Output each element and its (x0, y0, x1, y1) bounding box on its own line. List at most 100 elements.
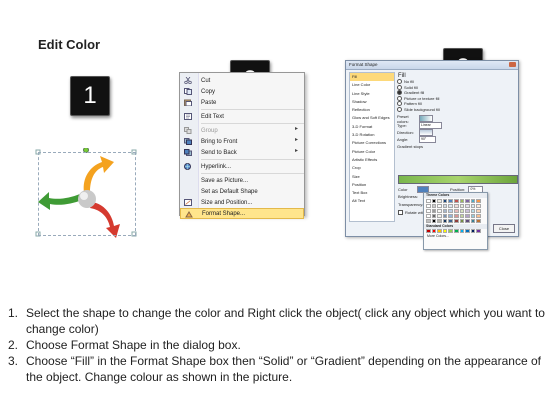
color-swatch[interactable] (448, 229, 453, 233)
step-badge-1: 1 (70, 76, 110, 116)
color-swatch[interactable] (476, 219, 481, 223)
category-position[interactable]: Position (350, 181, 394, 189)
color-swatch[interactable] (459, 229, 465, 233)
color-swatch[interactable] (470, 204, 476, 208)
menu-item-copy[interactable]: Copy (180, 86, 304, 97)
color-swatch[interactable] (459, 209, 465, 213)
gradient-stops-bar[interactable] (398, 175, 518, 184)
color-swatch[interactable] (442, 229, 448, 233)
color-swatch[interactable] (431, 199, 437, 203)
category-3d-format[interactable]: 3-D Format (350, 123, 394, 131)
category-fill[interactable]: Fill (350, 73, 394, 82)
color-swatch[interactable] (459, 204, 465, 208)
menu-item-cut[interactable]: Cut (180, 75, 304, 86)
color-swatch[interactable] (470, 214, 476, 218)
color-swatch[interactable] (453, 219, 459, 223)
color-swatch[interactable] (448, 214, 453, 218)
color-swatch[interactable] (431, 214, 437, 218)
color-swatch[interactable] (437, 209, 442, 213)
category-line-color[interactable]: Line Color (350, 81, 394, 89)
color-swatch[interactable] (431, 204, 437, 208)
color-swatch[interactable] (476, 209, 481, 213)
category-picture-corrections[interactable]: Picture Corrections (350, 139, 394, 147)
color-swatch[interactable] (431, 209, 437, 213)
color-swatch[interactable] (470, 219, 476, 223)
field-label: Gradient stops (397, 144, 424, 149)
category-alt-text[interactable]: Alt Text (350, 197, 394, 205)
color-swatch[interactable] (442, 199, 448, 203)
category-glow[interactable]: Glow and Soft Edges (350, 114, 394, 122)
menu-item-save-as-picture[interactable]: Save as Picture... (180, 175, 304, 186)
color-swatch[interactable] (448, 204, 453, 208)
color-swatch[interactable] (476, 229, 481, 233)
color-swatch[interactable] (470, 229, 476, 233)
color-swatch[interactable] (448, 219, 453, 223)
category-shadow[interactable]: Shadow (350, 98, 394, 106)
color-swatch[interactable] (426, 219, 431, 223)
close-icon[interactable] (509, 62, 516, 67)
color-swatch[interactable] (465, 199, 470, 203)
color-swatch[interactable] (448, 209, 453, 213)
color-swatch[interactable] (426, 209, 431, 213)
color-swatch[interactable] (465, 219, 470, 223)
color-swatch[interactable] (437, 199, 442, 203)
color-swatch[interactable] (465, 214, 470, 218)
color-swatch[interactable] (426, 204, 431, 208)
category-size[interactable]: Size (350, 173, 394, 181)
color-swatch[interactable] (442, 219, 448, 223)
color-swatch[interactable] (437, 229, 442, 233)
category-text-box[interactable]: Text Box (350, 189, 394, 197)
color-swatch[interactable] (476, 204, 481, 208)
category-reflection[interactable]: Reflection (350, 106, 394, 114)
color-swatch[interactable] (437, 204, 442, 208)
color-swatch[interactable] (431, 219, 437, 223)
selected-arrow-shape[interactable] (34, 147, 138, 240)
category-artistic-effects[interactable]: Artistic Effects (350, 156, 394, 164)
menu-item-send-to-back[interactable]: Send to Back ▸ (180, 147, 304, 158)
menu-item-bring-to-front[interactable]: Bring to Front ▸ (180, 136, 304, 147)
color-swatch[interactable] (470, 199, 476, 203)
category-crop[interactable]: Crop (350, 164, 394, 172)
category-picture-color[interactable]: Picture Color (350, 148, 394, 156)
color-swatch[interactable] (459, 214, 465, 218)
color-swatch[interactable] (437, 214, 442, 218)
color-swatch[interactable] (470, 209, 476, 213)
color-swatch[interactable] (442, 204, 448, 208)
more-colors-link[interactable]: More Colors... (424, 234, 487, 238)
category-3d-rotation[interactable]: 3-D Rotation (350, 131, 394, 139)
color-swatch[interactable] (448, 199, 453, 203)
color-swatch[interactable] (437, 219, 442, 223)
color-swatch[interactable] (453, 229, 459, 233)
menu-item-edit-text[interactable]: Edit Text (180, 111, 304, 122)
direction-button[interactable] (419, 129, 433, 136)
color-swatch[interactable] (426, 214, 431, 218)
close-button[interactable]: Close (493, 224, 515, 233)
color-swatch[interactable] (459, 199, 465, 203)
category-line-style[interactable]: Line Style (350, 90, 394, 98)
checkbox-icon (398, 210, 403, 215)
color-label: Color (398, 187, 408, 192)
color-swatch[interactable] (431, 229, 437, 233)
color-swatch[interactable] (476, 199, 481, 203)
color-swatch[interactable] (453, 199, 459, 203)
color-swatch[interactable] (442, 209, 448, 213)
menu-item-size-and-position[interactable]: Size and Position... (180, 197, 304, 208)
color-swatch[interactable] (465, 204, 470, 208)
color-swatch[interactable] (476, 214, 481, 218)
color-swatch[interactable] (465, 209, 470, 213)
color-swatch[interactable] (426, 199, 431, 203)
menu-item-paste[interactable]: Paste (180, 97, 304, 108)
menu-item-hyperlink[interactable]: Hyperlink... (180, 161, 304, 172)
color-swatch[interactable] (442, 214, 448, 218)
preset-colors-button[interactable] (419, 115, 433, 122)
angle-input[interactable]: 90° (419, 136, 436, 143)
color-swatch[interactable] (426, 229, 431, 233)
type-select[interactable]: Linear (419, 122, 442, 129)
color-swatch[interactable] (453, 214, 459, 218)
menu-item-set-default-shape[interactable]: Set as Default Shape (180, 186, 304, 197)
color-swatch[interactable] (459, 219, 465, 223)
color-swatch[interactable] (453, 209, 459, 213)
color-swatch[interactable] (453, 204, 459, 208)
color-swatch[interactable] (465, 229, 470, 233)
menu-item-format-shape[interactable]: Format Shape... (180, 208, 304, 219)
